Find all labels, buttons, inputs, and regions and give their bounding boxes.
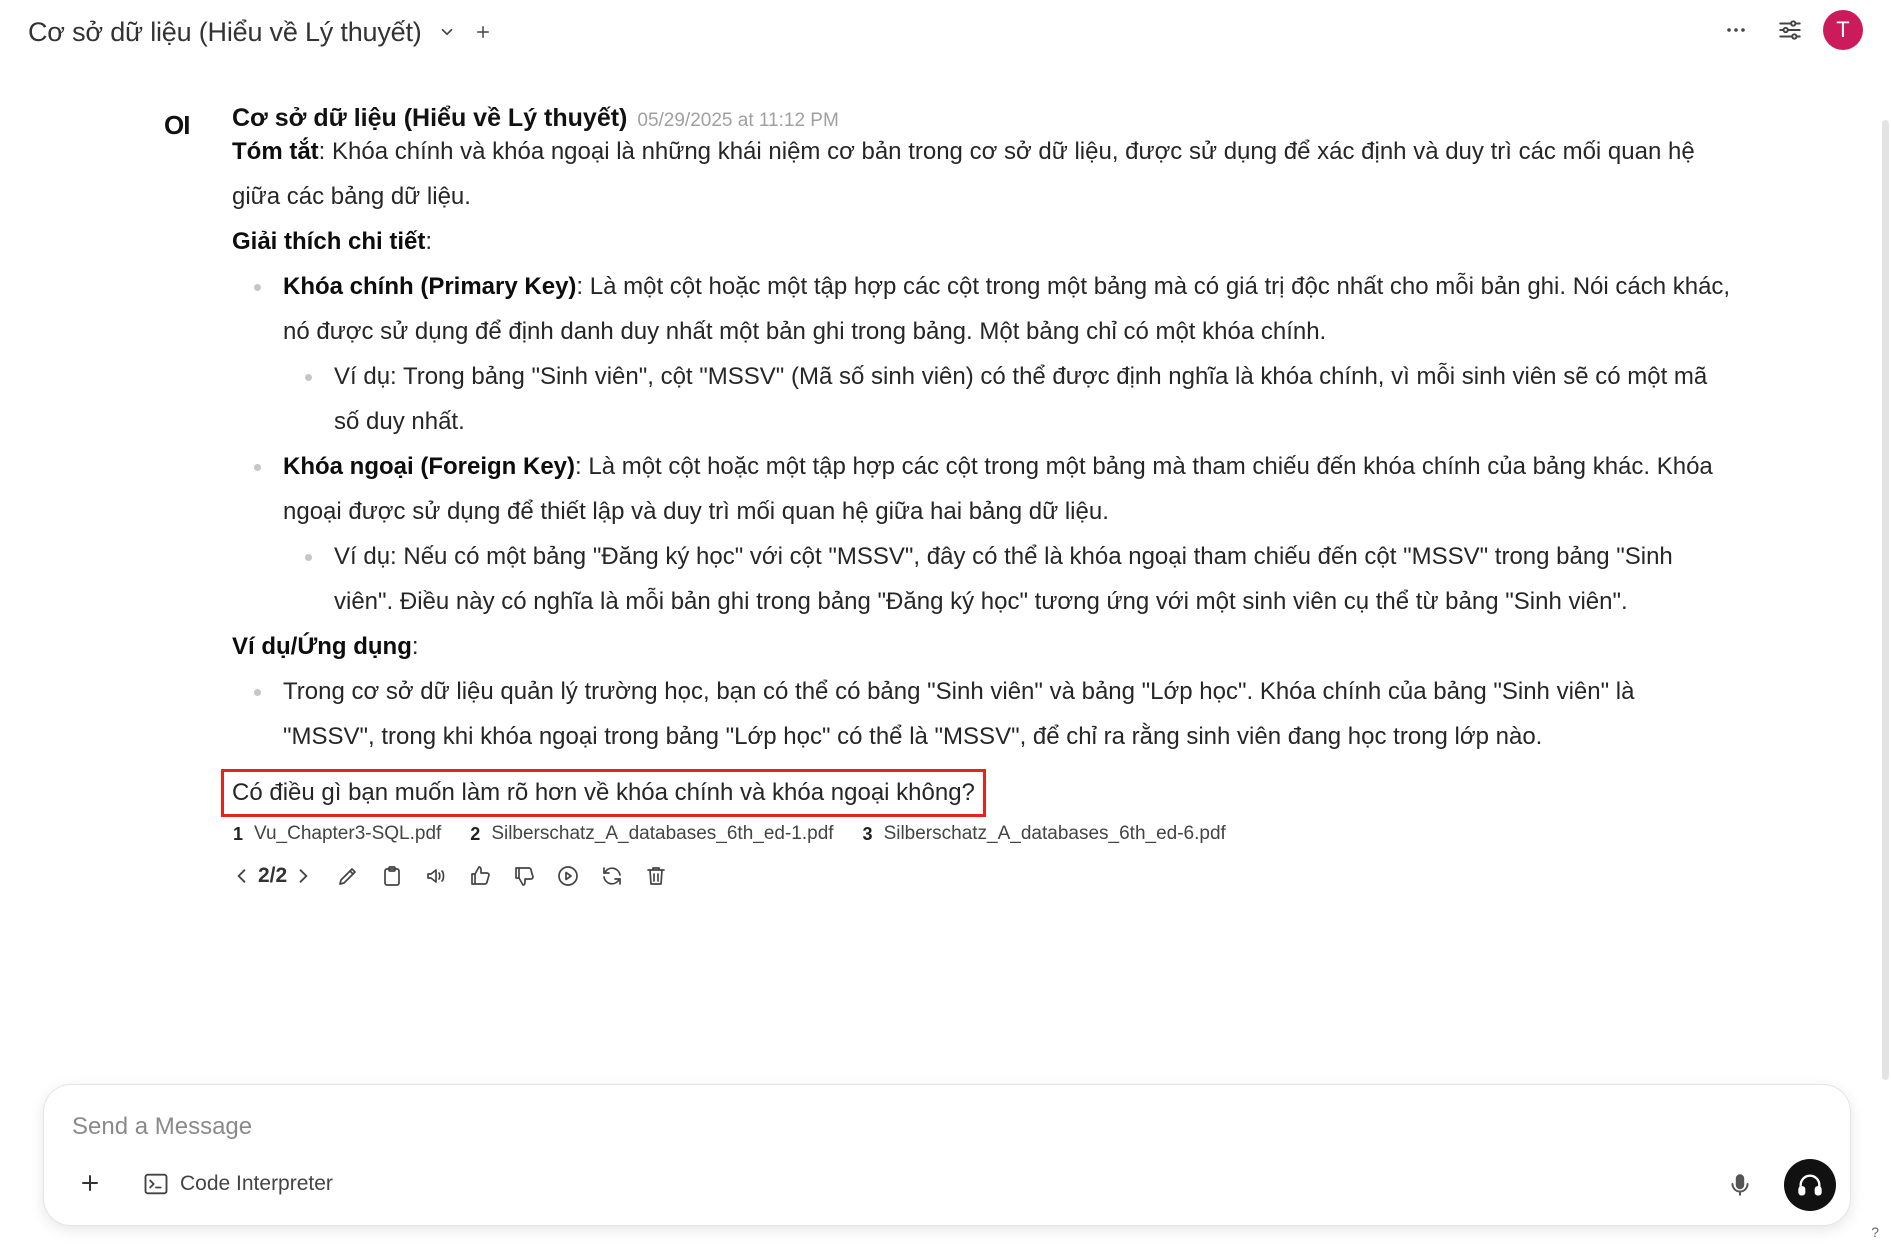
edit-pencil-icon[interactable] [333,861,363,891]
list-item-foreign-key: Khóa ngoại (Foreign Key): Là một cột hoặ… [254,444,1732,624]
citation-2[interactable]: 2 Silberschatz_A_databases_6th_ed-1.pdf [469,823,833,845]
summary-label: Tóm tắt [232,138,319,165]
user-avatar[interactable]: T [1823,10,1863,50]
details-label: Giải thích chi tiết [232,228,426,255]
citation-3[interactable]: 3 Silberschatz_A_databases_6th_ed-6.pdf [862,823,1226,845]
model-logo: OI [164,110,190,140]
copy-clipboard-icon[interactable] [377,861,407,891]
thumbs-up-icon[interactable] [465,861,495,891]
citation-number: 2 [470,823,481,844]
message-composer: Code Interpreter [43,1084,1851,1226]
chevron-left-icon[interactable] [232,861,252,891]
thumbs-down-icon[interactable] [509,861,539,891]
microphone-icon[interactable] [1722,1167,1758,1203]
response-pager: 2/2 [232,861,313,891]
summary-paragraph: Tóm tắt: Khóa chính và khóa ngoại là nhữ… [232,129,1732,219]
summary-text: : Khóa chính và khóa ngoại là những khái… [232,138,1695,210]
header-actions: T [1715,10,1863,50]
citation-number: 1 [232,823,243,844]
help-button[interactable]: ? [1871,1224,1879,1240]
examples-colon: : [411,633,419,660]
more-options-icon[interactable] [1721,15,1751,45]
code-interpreter-label: Code Interpreter [180,1172,333,1195]
regenerate-refresh-icon[interactable] [597,861,627,891]
chat-title[interactable]: Cơ sở dữ liệu (Hiểu về Lý thuyết) [28,17,422,48]
examples-heading: Ví dụ/Ứng dụng: [232,624,1732,669]
scrollbar[interactable] [1882,120,1889,1080]
pager-count: 2/2 [258,864,288,887]
read-aloud-speaker-icon[interactable] [421,861,451,891]
fk-example-item: Ví dụ: Nếu có một bảng "Đăng ký học" với… [305,534,1732,624]
message-input[interactable] [72,1105,1672,1149]
details-colon: : [425,228,433,255]
continue-play-icon[interactable] [553,861,583,891]
voice-mode-headphones-icon[interactable] [1784,1159,1836,1211]
examples-label: Ví dụ/Ứng dụng [232,633,412,660]
model-dropdown-chevron-icon[interactable] [432,17,462,47]
pk-example-item: Ví dụ: Trong bảng "Sinh viên", cột "MSSV… [305,354,1732,444]
citation-number: 3 [862,823,873,844]
pk-label: Khóa chính (Primary Key) [283,273,577,300]
chevron-right-icon[interactable] [293,861,313,891]
citation-filename: Vu_Chapter3-SQL.pdf [254,823,442,844]
terminal-icon [144,1173,168,1195]
pk-sublist: Ví dụ: Trong bảng "Sinh viên", cột "MSSV… [283,354,1732,444]
message-content: Tóm tắt: Khóa chính và khóa ngoại là nhữ… [221,129,1732,817]
top-bar: Cơ sở dữ liệu (Hiểu về Lý thuyết) T [0,0,1891,64]
followup-question-highlight: Có điều gì bạn muốn làm rõ hơn về khóa c… [221,769,986,817]
delete-trash-icon[interactable] [641,861,671,891]
application-item: Trong cơ sở dữ liệu quản lý trường học, … [254,669,1732,759]
citation-filename: Silberschatz_A_databases_6th_ed-1.pdf [491,823,834,844]
fk-sublist: Ví dụ: Nếu có một bảng "Đăng ký học" với… [283,534,1732,624]
details-heading: Giải thích chi tiết: [232,219,1732,264]
message-actions: 2/2 [232,861,1732,891]
fk-label: Khóa ngoại (Foreign Key) [283,453,576,480]
attach-plus-icon[interactable] [70,1163,110,1203]
add-model-plus-icon[interactable] [468,17,498,47]
details-list: Khóa chính (Primary Key): Là một cột hoặ… [232,264,1732,624]
examples-list: Trong cơ sở dữ liệu quản lý trường học, … [232,669,1732,759]
citation-filename: Silberschatz_A_databases_6th_ed-6.pdf [883,823,1226,844]
citation-1[interactable]: 1 Vu_Chapter3-SQL.pdf [232,823,441,845]
list-item-primary-key: Khóa chính (Primary Key): Là một cột hoặ… [254,264,1732,444]
code-interpreter-button[interactable]: Code Interpreter [136,1167,339,1201]
assistant-message: Cơ sở dữ liệu (Hiểu về Lý thuyết) 05/29/… [221,104,1732,891]
controls-sliders-icon[interactable] [1775,15,1805,45]
citations-row: 1 Vu_Chapter3-SQL.pdf 2 Silberschatz_A_d… [232,823,1732,845]
